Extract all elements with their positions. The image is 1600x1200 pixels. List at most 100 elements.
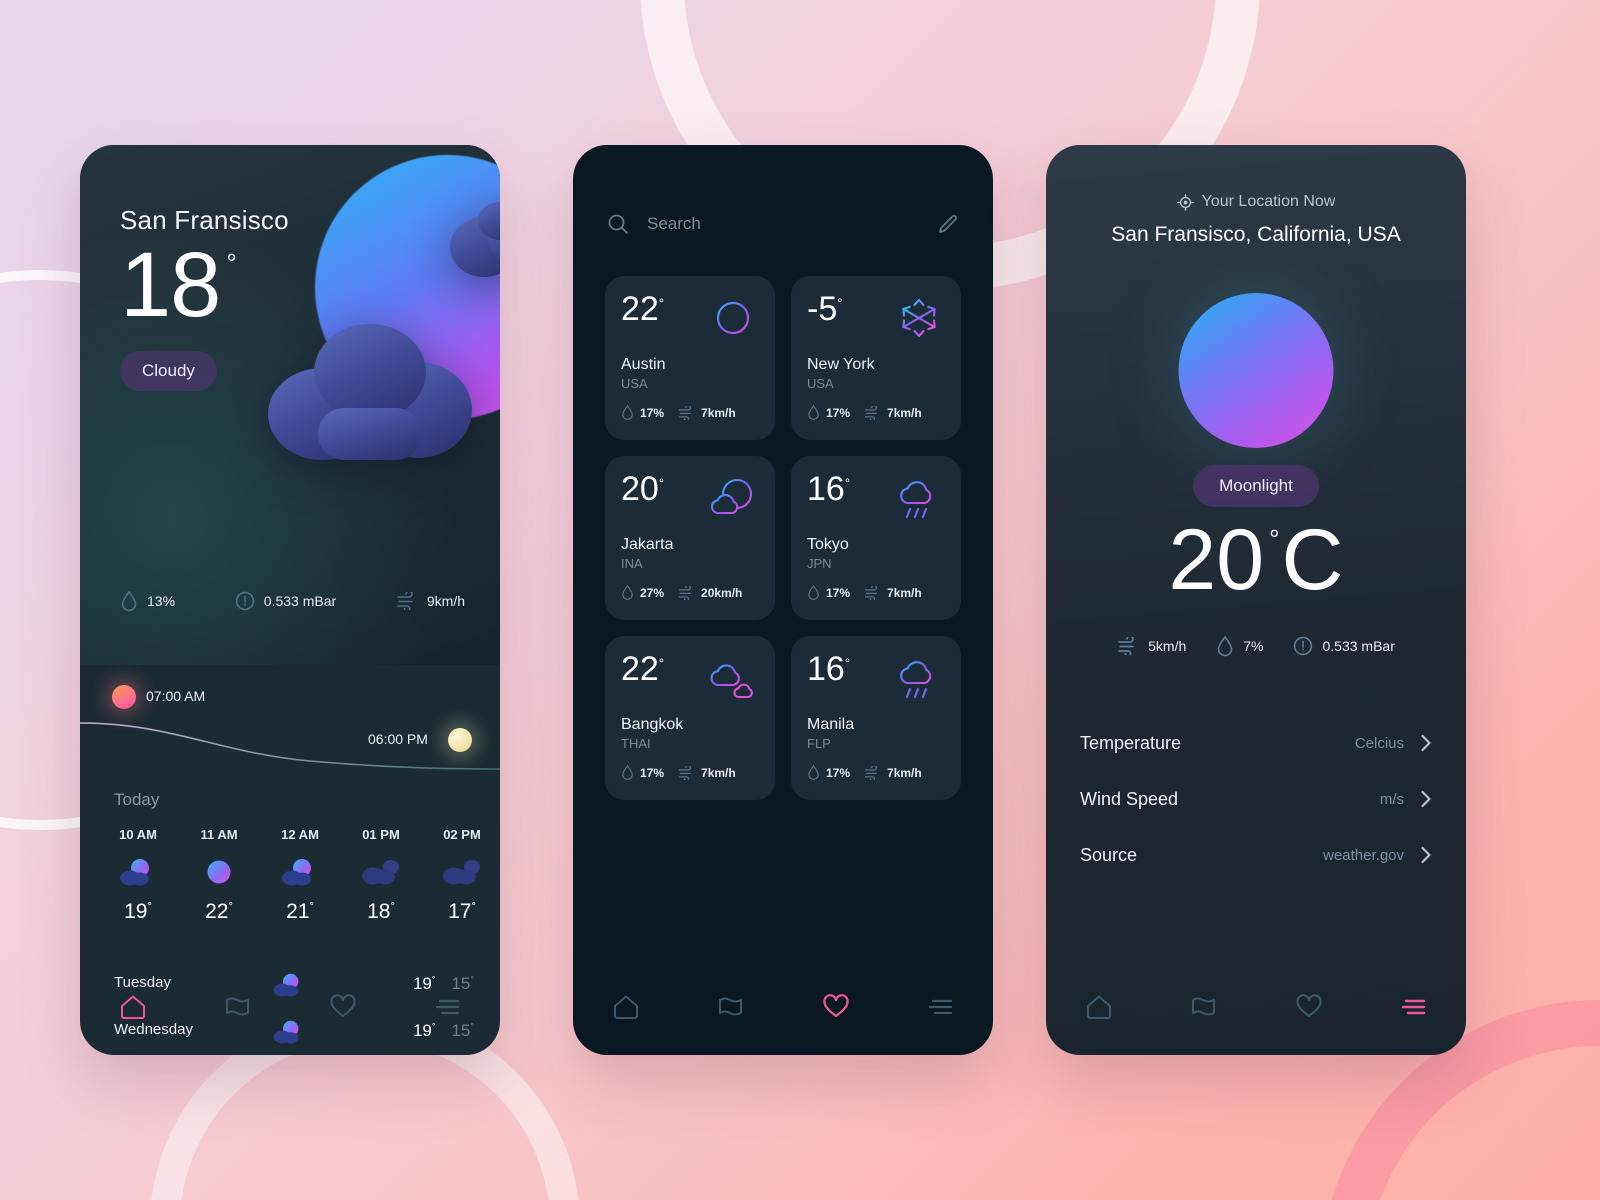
- chevron-right-icon[interactable]: [1420, 846, 1432, 864]
- humidity-icon: [622, 585, 633, 600]
- card-wind: 7km/h: [678, 765, 736, 780]
- hourly-item[interactable]: 10 AM 19°: [100, 827, 176, 924]
- city-card[interactable]: 16° Tokyo JPN 17% 7km/h: [791, 456, 961, 620]
- pressure-icon: [1294, 636, 1313, 656]
- card-city: Bangkok: [621, 716, 684, 733]
- condition-badge: Moonlight: [1193, 465, 1319, 507]
- card-top: 22°: [621, 292, 760, 344]
- menu-icon: [435, 999, 459, 1015]
- settings-row-source[interactable]: Source weather.gov: [1078, 827, 1434, 883]
- card-top: 22°: [621, 652, 760, 704]
- card-temp: 16°: [807, 650, 851, 688]
- card-temp: 20°: [621, 470, 665, 508]
- card-wind: 7km/h: [864, 405, 922, 420]
- cloud-icon: [443, 860, 480, 885]
- card-city: Tokyo: [807, 536, 849, 553]
- humidity-icon: [1217, 635, 1233, 657]
- card-wind: 7km/h: [678, 405, 736, 420]
- hour-temp: 17°: [448, 900, 476, 923]
- screen-home: San Fransisco 18 ° Cloudy 13% 0.533 mBar: [80, 145, 500, 1055]
- hourly-item[interactable]: 12 AM 21°: [262, 827, 338, 924]
- hour-time: 10 AM: [119, 827, 157, 842]
- clouds-outline-icon: [710, 664, 753, 699]
- nav-home[interactable]: [599, 987, 653, 1027]
- nav-settings[interactable]: [421, 987, 475, 1027]
- nav-favorites[interactable]: [809, 987, 863, 1027]
- card-wind: 20km/h: [678, 585, 742, 600]
- city-card[interactable]: 22° Bangkok THAI 17% 7km/h: [605, 636, 775, 800]
- card-city: Jakarta: [621, 536, 674, 553]
- pencil-icon[interactable]: [937, 213, 959, 235]
- card-humidity: 17%: [621, 764, 664, 781]
- current-temperature: 20 ° C: [1046, 517, 1466, 603]
- settings-row-temperature[interactable]: Temperature Celcius: [1078, 715, 1434, 771]
- wind-icon: [1118, 637, 1134, 655]
- current-weather-block: San Fransisco 18 ° Cloudy: [120, 205, 289, 392]
- wind-icon: [864, 405, 878, 420]
- humidity-icon: [622, 405, 633, 420]
- hourly-item[interactable]: 02 PM 17°: [424, 827, 500, 924]
- card-temp: 16°: [807, 470, 851, 508]
- card-city: Austin: [621, 356, 666, 373]
- chevron-right-icon[interactable]: [1420, 790, 1432, 808]
- nav-map[interactable]: [704, 987, 758, 1027]
- card-stats: 17% 7km/h: [621, 764, 760, 781]
- hourly-item[interactable]: 11 AM 22°: [181, 827, 257, 924]
- hour-time: 12 AM: [281, 827, 319, 842]
- nav-favorites[interactable]: [316, 987, 370, 1027]
- menu-icon: [928, 999, 952, 1015]
- location-full: San Fransisco, California, USA: [1111, 223, 1401, 246]
- card-wind: 7km/h: [864, 765, 922, 780]
- search-icon[interactable]: [607, 213, 629, 235]
- stat-value: 0.533 mBar: [1322, 638, 1395, 654]
- sun-cloud-outline-icon: [710, 478, 753, 515]
- bottom-navigation: [80, 987, 500, 1027]
- city-card[interactable]: 16° Manila FLP 17% 7km/h: [791, 636, 961, 800]
- nav-map[interactable]: [211, 987, 265, 1027]
- nav-favorites[interactable]: [1282, 987, 1336, 1027]
- settings-row-wind-speed[interactable]: Wind Speed m/s: [1078, 771, 1434, 827]
- city-card[interactable]: 20° Jakarta INA 27% 20km/h: [605, 456, 775, 620]
- wind-icon: [864, 585, 878, 600]
- hourly-forecast-list[interactable]: 10 AM 19° 11 AM 22° 12 AM 21° 01 PM 18° …: [100, 827, 500, 924]
- nav-map[interactable]: [1177, 987, 1231, 1027]
- nav-home[interactable]: [1072, 987, 1126, 1027]
- home-icon: [613, 995, 638, 1019]
- sunset-moon-icon: [448, 728, 472, 752]
- card-country: USA: [807, 376, 834, 391]
- today-label: Today: [114, 790, 160, 809]
- search-bar[interactable]: Search: [607, 213, 959, 235]
- city-card[interactable]: 22° Austin USA 17% 7km/h: [605, 276, 775, 440]
- screen-settings: Your Location Now San Fransisco, Califor…: [1046, 145, 1466, 1055]
- humidity-icon: [121, 590, 137, 612]
- nav-home[interactable]: [106, 987, 160, 1027]
- sunset-time: 06:00 PM: [368, 731, 428, 747]
- card-country: USA: [621, 376, 648, 391]
- card-humidity: 27%: [621, 584, 664, 601]
- card-country: INA: [621, 556, 643, 571]
- card-city: Manila: [807, 716, 855, 733]
- nav-settings[interactable]: [914, 987, 968, 1027]
- card-icon: [706, 652, 760, 704]
- daily-item[interactable]: Thursday 18° 14°: [114, 1054, 474, 1055]
- heart-icon: [1295, 994, 1322, 1017]
- sunrise-sunset-arc: 07:00 AM 06:00 PM: [80, 665, 500, 775]
- card-humidity: 17%: [807, 764, 850, 781]
- stat-value: 7%: [1243, 638, 1264, 654]
- city-card[interactable]: -5° New York USA 17% 7km/h: [791, 276, 961, 440]
- partly-cloudy-icon: [120, 859, 149, 886]
- current-stats-row: 5km/h 7% 0.533 mBar: [1046, 635, 1466, 657]
- screen-cities: Search 22° Austin USA 17% 7km/h -5° New …: [573, 145, 993, 1055]
- page-title: San Fransisco: [120, 205, 289, 235]
- nav-settings[interactable]: [1387, 987, 1441, 1027]
- search-input[interactable]: Search: [647, 214, 919, 234]
- cloud-icon: [362, 860, 399, 885]
- stat-humidity: 13%: [120, 590, 175, 612]
- sun-outline-icon: [716, 301, 750, 335]
- card-stats: 17% 7km/h: [807, 584, 946, 601]
- hourly-item[interactable]: 01 PM 18°: [343, 827, 419, 924]
- humidity-icon: [808, 405, 819, 420]
- card-temp: -5°: [807, 290, 843, 328]
- chevron-right-icon[interactable]: [1420, 734, 1432, 752]
- home-icon: [120, 995, 145, 1019]
